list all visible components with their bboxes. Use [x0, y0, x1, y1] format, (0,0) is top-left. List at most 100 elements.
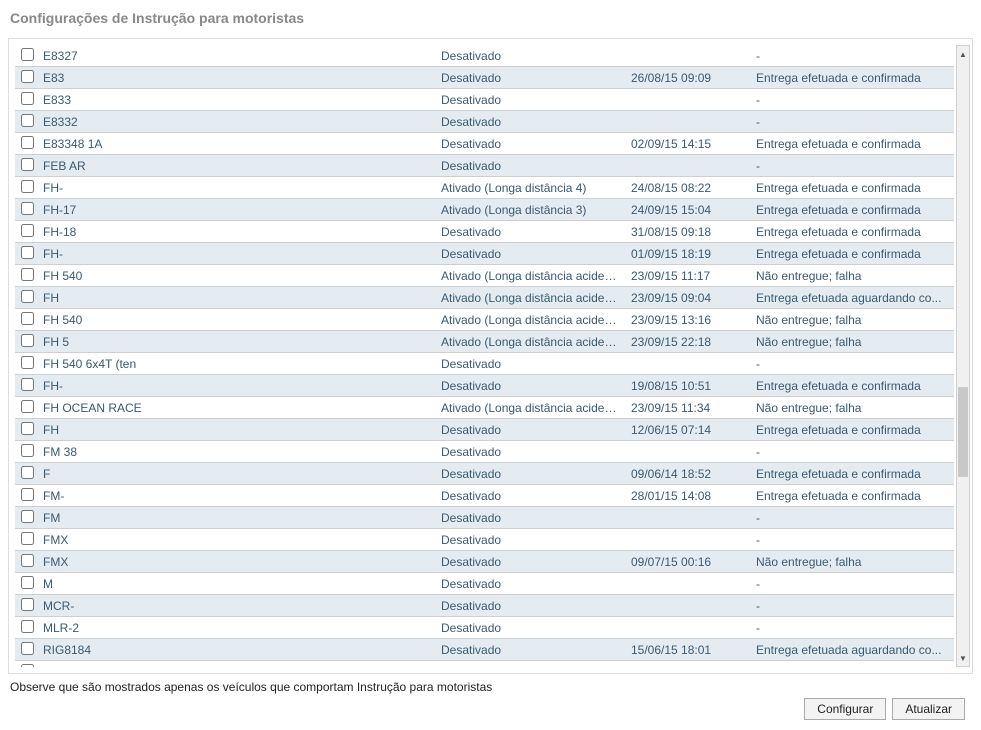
button-bar: Configurar Atualizar: [8, 698, 973, 720]
table-row[interactable]: FH-Desativado19/08/15 10:51Entrega efetu…: [15, 375, 954, 397]
row-checkbox[interactable]: [21, 466, 34, 479]
row-checkbox[interactable]: [21, 136, 34, 149]
date-value: 19/08/15 10:51: [627, 375, 752, 397]
table-row[interactable]: FH-17Ativado (Longa distância 3)24/09/15…: [15, 199, 954, 221]
table-row[interactable]: MCR-Desativado-: [15, 595, 954, 617]
row-checkbox[interactable]: [21, 554, 34, 567]
table-row[interactable]: FMXDesativado09/07/15 00:16Não entregue;…: [15, 551, 954, 573]
date-value: [627, 89, 752, 111]
table-row[interactable]: E833Desativado-: [15, 89, 954, 111]
vehicle-name: FMX: [39, 551, 437, 573]
table-row[interactable]: FEB ARDesativado-: [15, 155, 954, 177]
table-row[interactable]: MLR-2Desativado-: [15, 617, 954, 639]
row-checkbox[interactable]: [21, 532, 34, 545]
table-row[interactable]: E8332Desativado-: [15, 111, 954, 133]
table-row[interactable]: FM 38Desativado-: [15, 441, 954, 463]
row-checkbox-cell: [15, 111, 39, 133]
row-checkbox[interactable]: [21, 202, 34, 215]
date-value: [627, 529, 752, 551]
table-row[interactable]: FM-Desativado28/01/15 14:08Entrega efetu…: [15, 485, 954, 507]
row-checkbox[interactable]: [21, 158, 34, 171]
row-checkbox-cell: [15, 177, 39, 199]
result-value: Entrega efetuada e confirmada: [752, 221, 954, 243]
vehicle-name: MCR-: [39, 595, 437, 617]
result-value: Entrega efetuada e confirmada: [752, 177, 954, 199]
table-row[interactable]: FHAtivado (Longa distância acidenta...23…: [15, 287, 954, 309]
row-checkbox-cell: [15, 573, 39, 595]
scroll-down-icon[interactable]: ▼: [957, 650, 969, 666]
row-checkbox[interactable]: [21, 224, 34, 237]
table-row[interactable]: VM 33Ativado (45/1/60)04/03/15 09:11Entr…: [15, 661, 954, 668]
row-checkbox[interactable]: [21, 642, 34, 655]
table-row[interactable]: FH OCEAN RACEAtivado (Longa distância ac…: [15, 397, 954, 419]
row-checkbox-cell: [15, 67, 39, 89]
result-value: Entrega efetuada e confirmada: [752, 419, 954, 441]
scroll-thumb[interactable]: [958, 387, 968, 477]
row-checkbox[interactable]: [21, 70, 34, 83]
row-checkbox[interactable]: [21, 444, 34, 457]
row-checkbox[interactable]: [21, 620, 34, 633]
table-row[interactable]: FH-Ativado (Longa distância 4)24/08/15 0…: [15, 177, 954, 199]
vertical-scrollbar[interactable]: ▲ ▼: [956, 45, 970, 667]
row-checkbox-cell: [15, 639, 39, 661]
result-value: Entrega efetuada aguardando co...: [752, 287, 954, 309]
result-value: Não entregue; falha: [752, 551, 954, 573]
table-row[interactable]: FH-Desativado01/09/15 18:19Entrega efetu…: [15, 243, 954, 265]
date-value: 26/08/15 09:09: [627, 67, 752, 89]
vehicles-table: E8327Desativado-E83Desativado26/08/15 09…: [15, 45, 954, 667]
row-checkbox[interactable]: [21, 334, 34, 347]
row-checkbox-cell: [15, 133, 39, 155]
row-checkbox[interactable]: [21, 400, 34, 413]
table-row[interactable]: FHDesativado12/06/15 07:14Entrega efetua…: [15, 419, 954, 441]
status-value: Desativado: [437, 89, 627, 111]
table-row[interactable]: RIG8184Desativado15/06/15 18:01Entrega e…: [15, 639, 954, 661]
table-row[interactable]: FH 540Ativado (Longa distância acidenta.…: [15, 265, 954, 287]
row-checkbox[interactable]: [21, 378, 34, 391]
row-checkbox[interactable]: [21, 312, 34, 325]
table-row[interactable]: FH 5Ativado (Longa distância acidenta...…: [15, 331, 954, 353]
table-row[interactable]: E83Desativado26/08/15 09:09Entrega efetu…: [15, 67, 954, 89]
scroll-up-icon[interactable]: ▲: [957, 46, 969, 62]
result-value: Entrega efetuada e confirmada: [752, 375, 954, 397]
date-value: 12/06/15 07:14: [627, 419, 752, 441]
status-value: Desativado: [437, 375, 627, 397]
status-value: Desativado: [437, 67, 627, 89]
row-checkbox[interactable]: [21, 510, 34, 523]
table-row[interactable]: MDesativado-: [15, 573, 954, 595]
row-checkbox[interactable]: [21, 92, 34, 105]
footer-note: Observe que são mostrados apenas os veíc…: [10, 680, 971, 694]
date-value: 04/03/15 09:11: [627, 661, 752, 668]
row-checkbox[interactable]: [21, 576, 34, 589]
date-value: [627, 155, 752, 177]
table-row[interactable]: FMDesativado-: [15, 507, 954, 529]
row-checkbox[interactable]: [21, 114, 34, 127]
row-checkbox[interactable]: [21, 488, 34, 501]
table-scroller[interactable]: E8327Desativado-E83Desativado26/08/15 09…: [15, 45, 954, 667]
table-row[interactable]: FH 540Ativado (Longa distância acidenta.…: [15, 309, 954, 331]
result-value: Entrega efetuada e confirmada: [752, 463, 954, 485]
row-checkbox[interactable]: [21, 290, 34, 303]
table-row[interactable]: FH 540 6x4T (tenDesativado-: [15, 353, 954, 375]
table-row[interactable]: E83348 1ADesativado02/09/15 14:15Entrega…: [15, 133, 954, 155]
vehicle-name: FH: [39, 287, 437, 309]
row-checkbox[interactable]: [21, 48, 34, 61]
configure-button[interactable]: Configurar: [804, 698, 886, 720]
row-checkbox[interactable]: [21, 598, 34, 611]
row-checkbox[interactable]: [21, 246, 34, 259]
table-row[interactable]: FMXDesativado-: [15, 529, 954, 551]
row-checkbox[interactable]: [21, 422, 34, 435]
status-value: Desativado: [437, 133, 627, 155]
refresh-button[interactable]: Atualizar: [892, 698, 965, 720]
row-checkbox-cell: [15, 89, 39, 111]
table-row[interactable]: E8327Desativado-: [15, 45, 954, 67]
table-row[interactable]: FH-18Desativado31/08/15 09:18Entrega efe…: [15, 221, 954, 243]
vehicle-name: VM 33: [39, 661, 437, 668]
row-checkbox[interactable]: [21, 356, 34, 369]
row-checkbox[interactable]: [21, 664, 34, 668]
table-row[interactable]: FDesativado09/06/14 18:52Entrega efetuad…: [15, 463, 954, 485]
row-checkbox[interactable]: [21, 180, 34, 193]
status-value: Desativado: [437, 529, 627, 551]
result-value: -: [752, 529, 954, 551]
row-checkbox-cell: [15, 155, 39, 177]
row-checkbox[interactable]: [21, 268, 34, 281]
